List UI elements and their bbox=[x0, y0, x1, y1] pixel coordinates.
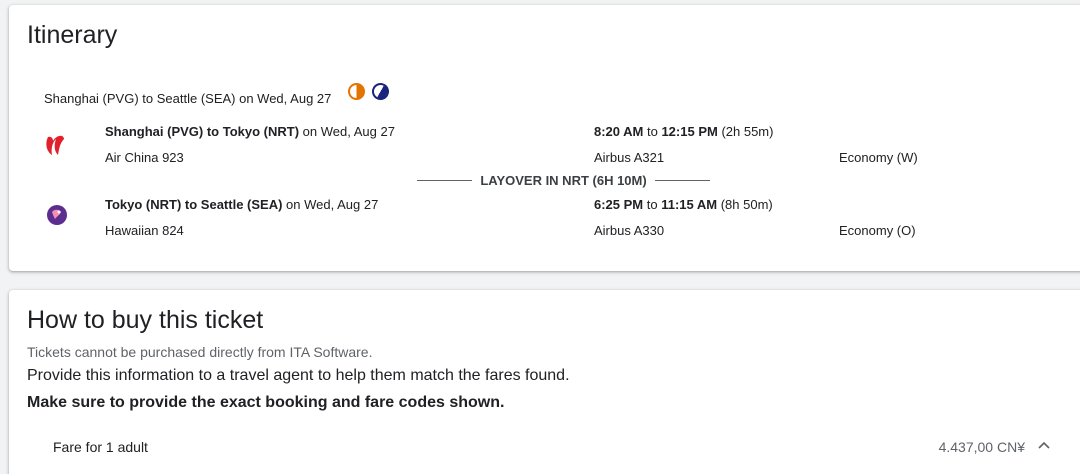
segment-2-flight: Hawaiian 824 bbox=[105, 223, 184, 238]
segment-1-duration: (2h 55m) bbox=[717, 124, 774, 139]
segment-1-arrive: 12:15 PM bbox=[661, 124, 718, 139]
segment-2-route: Tokyo (NRT) to Seattle (SEA) on Wed, Aug… bbox=[105, 197, 378, 212]
fare-row[interactable]: Fare for 1 adult 4.437,00 CN¥ bbox=[53, 437, 1053, 461]
segment-2-depart: 6:25 PM bbox=[594, 197, 644, 212]
chevron-up-icon[interactable] bbox=[1035, 437, 1053, 455]
segment-2-cabin: Economy (O) bbox=[839, 223, 916, 238]
segment-2-to: to bbox=[643, 197, 662, 212]
segment-1-aircraft: Airbus A321 bbox=[594, 150, 665, 165]
segment-1-route: Shanghai (PVG) to Tokyo (NRT) on Wed, Au… bbox=[105, 124, 395, 139]
purchase-note: Tickets cannot be purchased directly fro… bbox=[27, 344, 373, 360]
how-to-buy-card: How to buy this ticket Tickets cannot be… bbox=[9, 290, 1080, 474]
segment-2-route-cities: Tokyo (NRT) to Seattle (SEA) bbox=[105, 197, 283, 212]
segment-1-cabin: Economy (W) bbox=[839, 150, 918, 165]
hawaiian-logo bbox=[45, 203, 73, 231]
trip-icons bbox=[348, 79, 393, 104]
segment-1-route-cities: Shanghai (PVG) to Tokyo (NRT) bbox=[105, 124, 300, 139]
moon-icon bbox=[368, 79, 393, 104]
segment-1-to: to bbox=[643, 124, 662, 139]
how-to-buy-title: How to buy this ticket bbox=[27, 306, 264, 334]
layover-line-right bbox=[654, 180, 711, 181]
layover-line-left bbox=[417, 180, 473, 181]
fare-label: Fare for 1 adult bbox=[53, 439, 148, 455]
itinerary-title: Itinerary bbox=[27, 21, 118, 49]
fare-price: 4.437,00 CN¥ bbox=[938, 439, 1025, 455]
segment-2-arrive: 11:15 AM bbox=[661, 197, 718, 212]
segment-2-times: 6:25 PM to 11:15 AM (8h 50m) bbox=[594, 197, 773, 212]
segment-1-date: on Wed, Aug 27 bbox=[299, 124, 395, 139]
trip-summary: Shanghai (PVG) to Seattle (SEA) on Wed, … bbox=[44, 91, 332, 106]
layover-label: LAYOVER IN NRT (6H 10M) bbox=[480, 173, 647, 188]
segment-2-aircraft: Airbus A330 bbox=[594, 223, 665, 238]
air-china-logo bbox=[42, 131, 70, 159]
segment-1-times: 8:20 AM to 12:15 PM (2h 55m) bbox=[594, 124, 773, 139]
layover-divider: LAYOVER IN NRT (6H 10M) bbox=[417, 173, 711, 188]
agent-instruction: Provide this information to a travel age… bbox=[27, 367, 570, 384]
segment-1-depart: 8:20 AM bbox=[594, 124, 644, 139]
segment-2-duration: (8h 50m) bbox=[717, 197, 773, 212]
sun-icon bbox=[348, 83, 365, 100]
segment-2-date: on Wed, Aug 27 bbox=[282, 197, 379, 212]
segment-1-flight: Air China 923 bbox=[105, 150, 184, 165]
itinerary-card: Itinerary Shanghai (PVG) to Seattle (SEA… bbox=[9, 5, 1080, 271]
booking-codes-emphasis: Make sure to provide the exact booking a… bbox=[27, 394, 505, 411]
